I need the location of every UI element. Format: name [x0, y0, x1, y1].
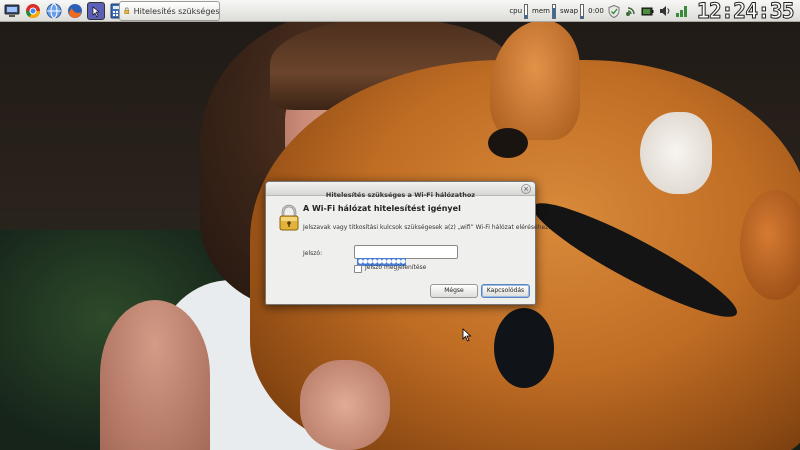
clock[interactable]: 12:24:35: [696, 0, 795, 23]
web-browser-icon[interactable]: [45, 2, 63, 20]
mem-label: mem: [532, 7, 550, 15]
uptime-readout: 0:00: [588, 7, 604, 15]
volume-icon[interactable]: [658, 4, 672, 18]
wifi-auth-dialog: Hitelesítés szükséges a Wi-Fi hálózathoz…: [265, 181, 550, 305]
mem-meter[interactable]: [552, 3, 556, 19]
update-icon[interactable]: [675, 4, 689, 18]
lock-icon: [124, 7, 130, 14]
wallpaper-plush-ear: [490, 20, 580, 140]
connect-button[interactable]: Kapcsolódás: [481, 284, 530, 298]
taskbar-window-title: Hitelesítés szükséges a Wi-Fi...: [133, 6, 219, 16]
mouse-pointer-icon: [462, 328, 472, 342]
show-password-checkbox[interactable]: [354, 265, 362, 273]
wallpaper-plush-eye: [488, 128, 528, 158]
shield-check-icon[interactable]: [607, 4, 621, 18]
cpu-label: cpu: [509, 7, 523, 15]
dialog-titlebar[interactable]: Hitelesítés szükséges a Wi-Fi hálózathoz…: [266, 182, 535, 199]
top-panel: Hitelesítés szükséges a Wi-Fi... cpu mem…: [0, 0, 800, 23]
cpu-meter[interactable]: [524, 3, 529, 19]
wallpaper-plush-white-patch: [640, 112, 712, 194]
password-input[interactable]: ●●●●●●●●●●: [354, 245, 458, 266]
chrome-icon[interactable]: [24, 2, 42, 20]
dialog-heading: A Wi-Fi hálózat hitelesítést igényel: [303, 204, 461, 213]
swap-label: swap: [560, 7, 579, 15]
show-password-label[interactable]: Jelszó megjelenítése: [365, 264, 426, 271]
battery-icon[interactable]: [641, 4, 655, 18]
terminal-icon[interactable]: [87, 1, 105, 20]
dialog-message: Jelszavak vagy titkosítási kulcsok szüks…: [303, 224, 551, 231]
wallpaper-plush-nostril: [494, 308, 554, 388]
network-icon[interactable]: [624, 4, 638, 18]
password-label: Jelszó:: [303, 250, 323, 257]
lock-icon: [279, 204, 299, 231]
taskbar-window-button[interactable]: Hitelesítés szükséges a Wi-Fi...: [119, 1, 220, 21]
cancel-button[interactable]: Mégse: [430, 284, 478, 298]
system-tray: cpu mem swap 0:00 12:24:35: [505, 0, 800, 23]
wallpaper-arm: [100, 300, 210, 450]
wallpaper-hand: [300, 360, 390, 450]
close-icon[interactable]: ×: [521, 184, 531, 194]
firefox-icon[interactable]: [66, 2, 84, 20]
swap-meter[interactable]: [580, 3, 585, 19]
computer-icon[interactable]: [3, 2, 21, 20]
dialog-title: Hitelesítés szükséges a Wi-Fi hálózathoz: [325, 191, 476, 199]
